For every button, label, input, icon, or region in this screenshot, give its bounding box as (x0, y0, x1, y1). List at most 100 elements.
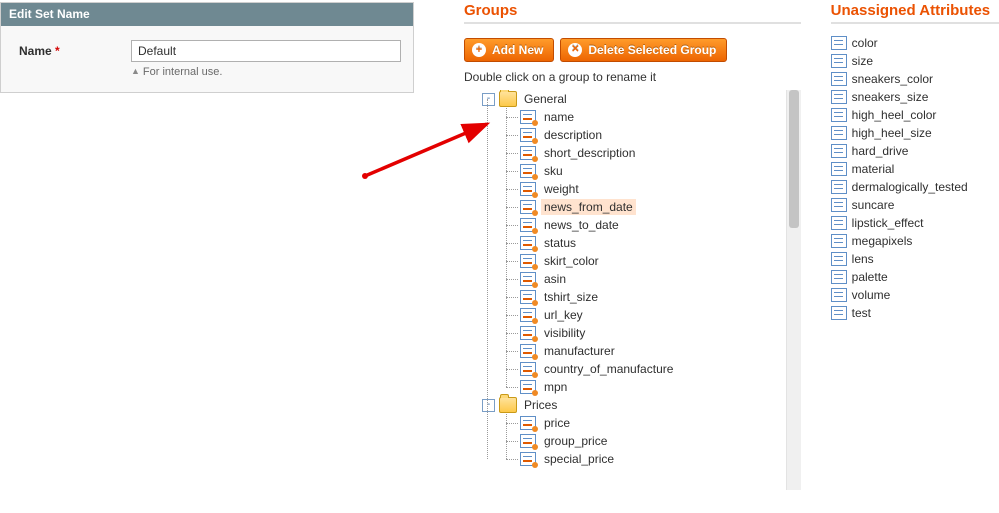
attribute-label: color (852, 36, 878, 50)
attribute-label: sku (541, 163, 566, 179)
attribute-label: price (541, 415, 573, 431)
attribute-icon (520, 164, 536, 178)
attribute-label: visibility (541, 325, 588, 341)
attribute-icon (831, 72, 847, 86)
attribute-icon (520, 254, 536, 268)
attribute-icon (520, 326, 536, 340)
attribute-icon (831, 306, 847, 320)
attribute-node[interactable]: visibility (500, 324, 801, 342)
attribute-label: url_key (541, 307, 586, 323)
attribute-icon (831, 180, 847, 194)
name-label: Name * (19, 40, 131, 58)
attribute-label: status (541, 235, 579, 251)
attribute-icon (831, 54, 847, 68)
unassigned-attribute[interactable]: palette (831, 268, 999, 286)
attribute-node[interactable]: country_of_manufacture (500, 360, 801, 378)
plus-icon: + (472, 43, 486, 57)
attribute-icon (520, 290, 536, 304)
groups-panel: Groups + Add New ✕ Delete Selected Group… (464, 2, 801, 490)
group-folder[interactable]: -General (482, 90, 801, 108)
attribute-node[interactable]: url_key (500, 306, 801, 324)
attribute-label: dermalogically_tested (852, 180, 968, 194)
attribute-label: news_to_date (541, 217, 622, 233)
attribute-node[interactable]: skirt_color (500, 252, 801, 270)
attribute-label: description (541, 127, 605, 143)
divider (831, 22, 999, 24)
attribute-label: sneakers_size (852, 90, 929, 104)
unassigned-attribute[interactable]: lipstick_effect (831, 214, 999, 232)
unassigned-attribute[interactable]: lens (831, 250, 999, 268)
attribute-label: lens (852, 252, 874, 266)
attribute-icon (831, 288, 847, 302)
attribute-icon (831, 216, 847, 230)
attribute-node[interactable]: asin (500, 270, 801, 288)
unassigned-title: Unassigned Attributes (831, 2, 999, 19)
name-hint: ▲For internal use. (131, 66, 401, 78)
attribute-label: lipstick_effect (852, 216, 924, 230)
folder-icon (499, 91, 517, 107)
triangle-up-icon: ▲ (131, 66, 140, 76)
unassigned-attribute[interactable]: size (831, 52, 999, 70)
attribute-label: suncare (852, 198, 895, 212)
unassigned-attribute[interactable]: color (831, 34, 999, 52)
scrollbar-thumb[interactable] (789, 90, 799, 228)
attribute-label: asin (541, 271, 569, 287)
unassigned-attribute[interactable]: test (831, 304, 999, 322)
attribute-node[interactable]: name (500, 108, 801, 126)
groups-tree-scroll: -Generalname descriptionshort_description… (464, 90, 801, 490)
attribute-label: news_from_date (541, 199, 636, 215)
attribute-node[interactable]: description (500, 126, 801, 144)
unassigned-attribute[interactable]: material (831, 160, 999, 178)
unassigned-attribute[interactable]: high_heel_size (831, 124, 999, 142)
delete-group-button[interactable]: ✕ Delete Selected Group (560, 38, 727, 62)
attribute-node[interactable]: price (500, 414, 801, 432)
attribute-icon (520, 128, 536, 142)
folder-icon (499, 397, 517, 413)
unassigned-attribute[interactable]: sneakers_size (831, 88, 999, 106)
attribute-label: skirt_color (541, 253, 602, 269)
unassigned-attribute[interactable]: hard_drive (831, 142, 999, 160)
unassigned-attribute[interactable]: dermalogically_tested (831, 178, 999, 196)
set-name-input[interactable] (131, 40, 401, 62)
unassigned-attribute[interactable]: suncare (831, 196, 999, 214)
collapse-icon[interactable]: - (482, 399, 495, 412)
attribute-icon (520, 308, 536, 322)
unassigned-attribute[interactable]: high_heel_color (831, 106, 999, 124)
group-folder[interactable]: -Prices (482, 396, 801, 414)
attribute-label: mpn (541, 379, 570, 395)
attribute-node[interactable]: news_to_date (500, 216, 801, 234)
attribute-node[interactable]: status (500, 234, 801, 252)
attribute-icon (831, 198, 847, 212)
attribute-icon (831, 126, 847, 140)
attribute-node[interactable]: weight (500, 180, 801, 198)
unassigned-attribute[interactable]: volume (831, 286, 999, 304)
attribute-node[interactable]: mpn (500, 378, 801, 396)
attribute-icon (831, 90, 847, 104)
add-new-button[interactable]: + Add New (464, 38, 554, 62)
attribute-label: manufacturer (541, 343, 618, 359)
attribute-icon (831, 252, 847, 266)
attribute-node[interactable]: tshirt_size (500, 288, 801, 306)
attribute-icon (520, 218, 536, 232)
attribute-node[interactable]: short_description (500, 144, 801, 162)
scrollbar[interactable] (786, 90, 801, 490)
unassigned-attribute[interactable]: sneakers_color (831, 70, 999, 88)
attribute-icon (520, 110, 536, 124)
attribute-node[interactable]: sku (500, 162, 801, 180)
attribute-label: material (852, 162, 895, 176)
attribute-node[interactable]: news_from_date (500, 198, 801, 216)
attribute-node[interactable]: group_price (500, 432, 801, 450)
attribute-label: name (541, 109, 577, 125)
unassigned-attribute[interactable]: megapixels (831, 232, 999, 250)
attribute-label: weight (541, 181, 582, 197)
attribute-label: size (852, 54, 873, 68)
attribute-icon (520, 452, 536, 466)
attribute-icon (520, 182, 536, 196)
attribute-icon (520, 380, 536, 394)
attribute-node[interactable]: manufacturer (500, 342, 801, 360)
attribute-icon (520, 200, 536, 214)
attribute-icon (520, 146, 536, 160)
attribute-node[interactable]: special_price (500, 450, 801, 468)
close-icon: ✕ (568, 43, 582, 57)
collapse-icon[interactable]: - (482, 93, 495, 106)
